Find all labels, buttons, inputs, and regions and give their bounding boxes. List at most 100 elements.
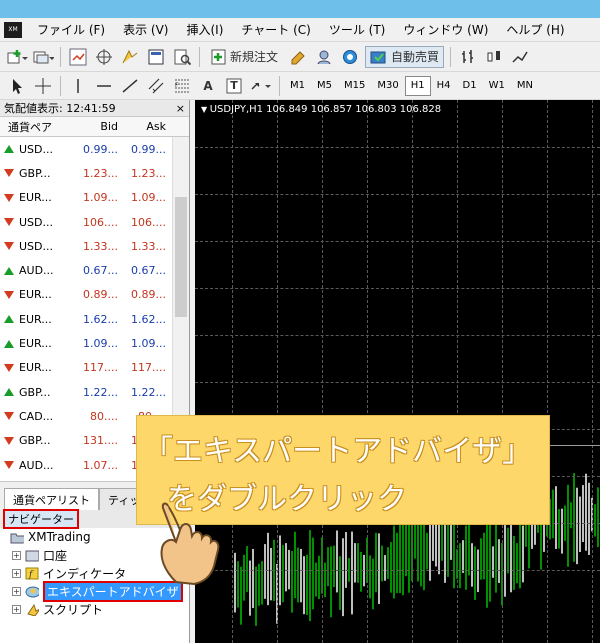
auto-trading-icon [370,51,386,63]
menu-tools[interactable]: ツール (T) [320,21,395,38]
market-icon[interactable] [339,46,361,68]
bid-cell: 1.22... [83,385,118,399]
timeframe-m5[interactable]: M5 [311,76,338,96]
arrow-down-icon [4,412,14,421]
symbol-cell: EUR... [0,288,74,301]
bid-cell: 1.07... [83,458,118,472]
arrows-icon[interactable] [249,75,273,97]
vertical-line-icon[interactable] [67,75,89,97]
menu-insert[interactable]: 挿入(I) [177,21,232,38]
ask-cell: 1.22... [131,385,166,399]
grid-line [195,382,600,383]
table-row[interactable]: USD... 106.... 106.... [0,210,189,234]
bid-cell: 0.67... [83,264,118,278]
close-icon[interactable]: × [176,102,185,115]
table-row[interactable]: EUR... 1.09... 1.09... [0,186,189,210]
ask-cell: 106.... [131,215,166,229]
ask-cell: 1.33... [131,239,166,253]
bar-chart-icon[interactable] [457,46,479,68]
timeframe-mn[interactable]: MN [511,76,539,96]
timeframe-h4[interactable]: H4 [431,76,457,96]
arrow-down-icon [4,436,14,445]
new-order-icon [211,49,226,64]
data-window-icon[interactable] [93,46,115,68]
symbol-text: AUD... [19,458,54,472]
crosshair-icon[interactable] [32,75,54,97]
grid-line [232,100,233,643]
fibonacci-icon[interactable]: F [171,75,193,97]
scrollbar-thumb[interactable] [175,197,187,317]
menu-window[interactable]: ウィンドウ (W) [394,21,497,38]
navigator-icon[interactable] [119,46,141,68]
symbol-text: EUR... [19,312,52,326]
bid-cell: 106.... [83,215,118,229]
new-order-button[interactable]: 新規注文 [206,46,283,68]
metaeditor-icon[interactable] [287,46,309,68]
auto-trading-button[interactable]: 自動売買 [365,45,445,68]
symbol-text: EUR... [19,361,52,375]
line-chart-icon[interactable] [509,46,531,68]
timeframe-m1[interactable]: M1 [284,76,311,96]
tree-item-scripts[interactable]: + スクリプト [0,600,189,618]
table-row[interactable]: USD... 1.33... 1.33... [0,234,189,258]
symbol-text: USD... [19,215,53,229]
ask-column-header[interactable]: Ask [122,120,172,133]
menu-file[interactable]: ファイル (F) [28,21,114,38]
bid-cell: 80.... [90,409,118,423]
symbol-text: CAD... [19,409,54,423]
text-label-letter: T [230,79,238,92]
grid-line [195,147,600,148]
toolbar-separator [450,46,452,67]
menu-view[interactable]: 表示 (V) [114,21,177,38]
ask-cell: 1.62... [131,312,166,326]
tab-symbols[interactable]: 通貨ペアリスト [4,488,99,510]
symbol-column-header[interactable]: 通貨ペア [0,119,74,135]
tree-item-label: 口座 [43,548,68,563]
timeframe-m15[interactable]: M15 [338,76,371,96]
symbol-text: USD... [19,239,53,253]
chart-window[interactable]: ▼ USDJPY,H1 106.849 106.857 106.803 106.… [195,100,600,643]
profiles-icon[interactable] [32,46,54,68]
trendline-icon[interactable] [119,75,141,97]
expand-icon[interactable]: + [12,604,21,614]
market-watch-icon[interactable] [67,46,89,68]
table-row[interactable]: GBP... 1.23... 1.23... [0,161,189,185]
table-row[interactable]: EUR... 1.09... 1.09... [0,331,189,355]
table-row[interactable]: USD... 0.99... 0.99... [0,137,189,161]
chart-menu-triangle-icon[interactable]: ▼ [201,105,210,114]
app-logo: XM [4,21,22,38]
timeframe-m30[interactable]: M30 [371,76,404,96]
horizontal-line-icon[interactable] [93,75,115,97]
timeframe-h1[interactable]: H1 [404,75,431,96]
svg-text:F: F [175,82,179,89]
signals-icon[interactable] [313,46,335,68]
arrow-down-icon [4,290,14,299]
chart-symbol-info: ▼ USDJPY,H1 106.849 106.857 106.803 106.… [201,104,441,115]
table-row[interactable]: AUD... 0.67... 0.67... [0,258,189,282]
menu-help[interactable]: ヘルプ (H) [497,21,573,38]
symbol-cell: USD... [0,240,74,253]
table-row[interactable]: EUR... 0.89... 0.89... [0,283,189,307]
arrow-down-icon [4,242,14,251]
symbol-cell: USD... [0,216,74,229]
equidistant-channel-icon[interactable] [145,75,167,97]
tester-icon[interactable] [171,46,193,68]
table-row[interactable]: GBP... 1.22... 1.22... [0,380,189,404]
new-chart-icon[interactable] [6,46,28,68]
cursor-icon[interactable] [6,75,28,97]
expand-icon[interactable]: + [12,568,21,578]
bid-column-header[interactable]: Bid [74,120,122,133]
table-row[interactable]: EUR... 117.... 117.... [0,356,189,380]
timeframe-d1[interactable]: D1 [457,76,483,96]
candlestick-icon[interactable] [483,46,505,68]
terminal-icon[interactable] [145,46,167,68]
table-row[interactable]: EUR... 1.62... 1.62... [0,307,189,331]
menu-chart[interactable]: チャート (C) [232,21,319,38]
expand-icon[interactable]: + [12,586,21,596]
text-label-icon[interactable]: T [223,75,245,97]
timeframe-w1[interactable]: W1 [483,76,511,96]
expand-icon[interactable]: + [12,550,21,560]
bid-cell: 131.... [83,434,118,448]
text-tool-icon[interactable]: A [197,75,219,97]
ask-cell: 0.89... [131,288,166,302]
